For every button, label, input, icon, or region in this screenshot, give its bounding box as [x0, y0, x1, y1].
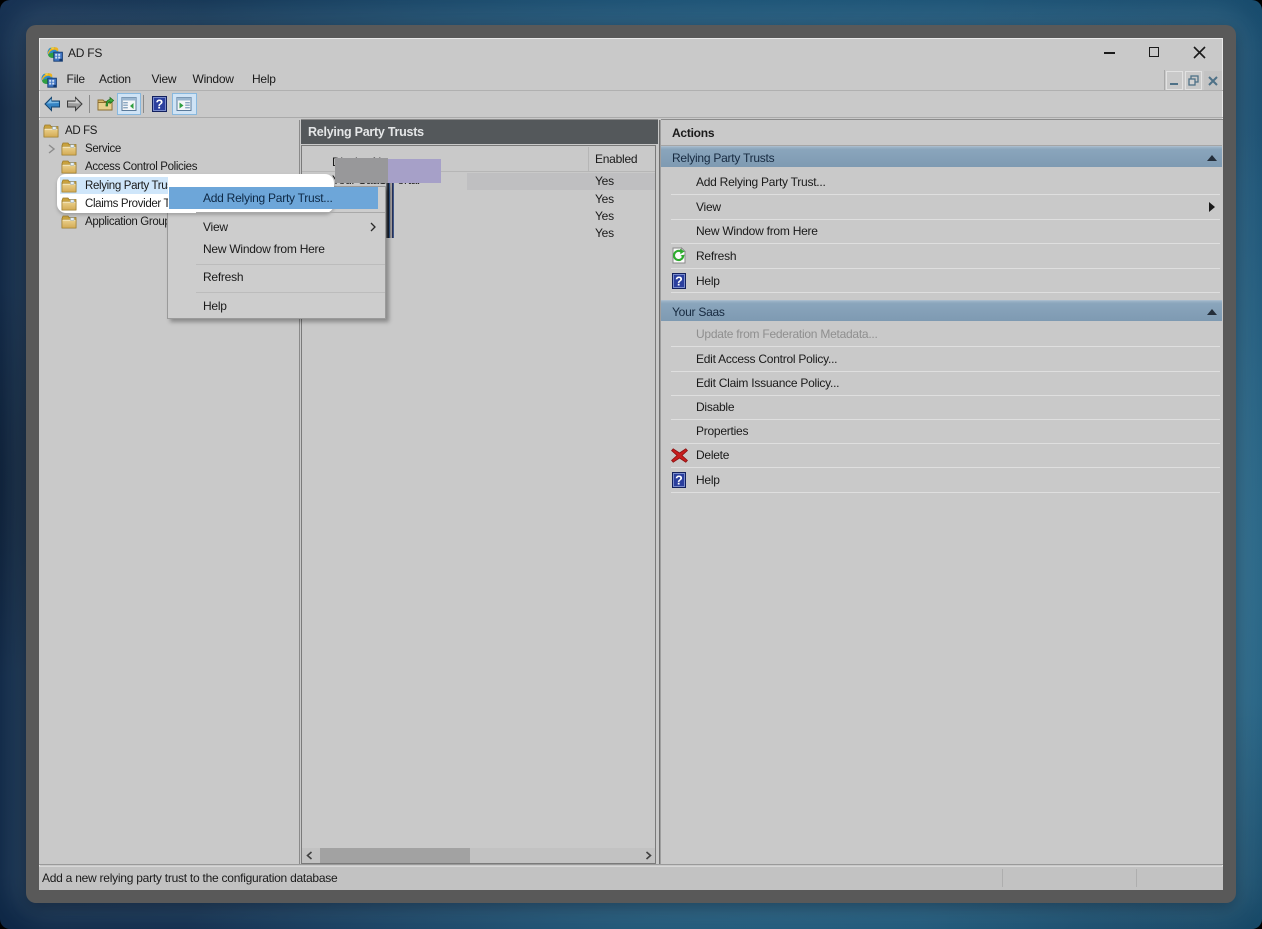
- svg-text:?: ?: [675, 474, 683, 488]
- svg-text:?: ?: [675, 275, 683, 289]
- svg-text:?: ?: [156, 98, 164, 112]
